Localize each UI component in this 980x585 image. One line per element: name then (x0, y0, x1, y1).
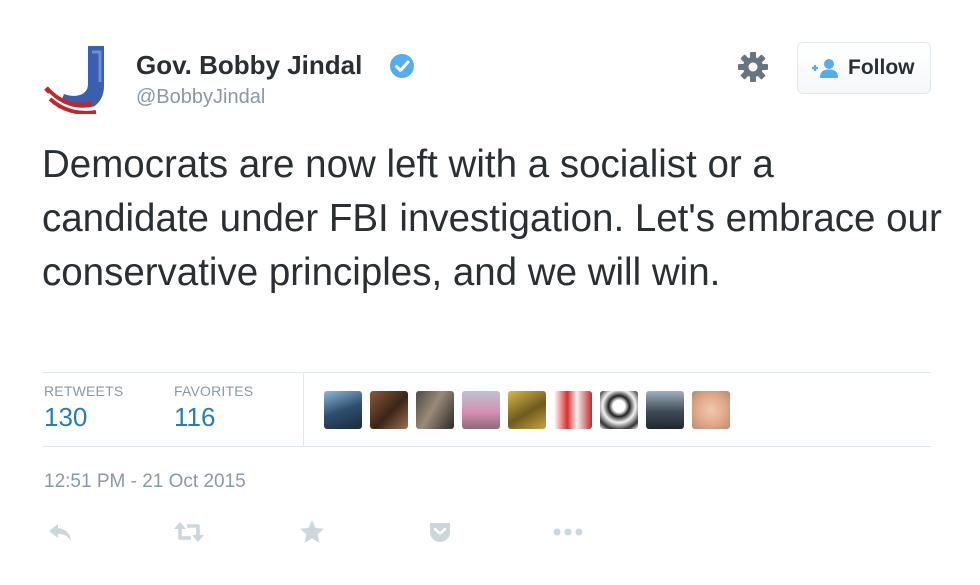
divider-bottom (42, 446, 931, 447)
divider-top (42, 372, 931, 373)
follow-button-label: Follow (848, 56, 915, 79)
avatar[interactable] (554, 391, 592, 429)
retweet-icon[interactable] (172, 518, 206, 546)
favorites-count[interactable]: 116 (174, 402, 215, 433)
reply-icon[interactable] (46, 518, 74, 546)
avatar[interactable] (462, 391, 500, 429)
retweets-count[interactable]: 130 (44, 402, 87, 433)
follow-button[interactable]: Follow (797, 42, 931, 94)
add-user-icon (812, 59, 838, 78)
gear-icon[interactable] (736, 50, 770, 84)
avatar[interactable] (692, 391, 730, 429)
avatar[interactable] (324, 391, 362, 429)
tweet-text: Democrats are now left with a socialist … (42, 143, 942, 294)
favorite-star-icon[interactable] (298, 518, 326, 546)
avatar[interactable] (416, 391, 454, 429)
retweets-label: RETWEETS (44, 383, 124, 399)
avatar[interactable] (44, 42, 116, 114)
tweet-timestamp[interactable]: 12:51 PM - 21 Oct 2015 (44, 471, 246, 493)
favorites-label: FAVORITES (174, 383, 254, 399)
avatar[interactable] (370, 391, 408, 429)
avatar[interactable] (600, 391, 638, 429)
pocket-icon[interactable] (428, 518, 452, 546)
verified-badge-icon (390, 54, 414, 78)
stats-divider (303, 372, 304, 446)
author-name[interactable]: Gov. Bobby Jindal (136, 50, 362, 81)
avatar[interactable] (646, 391, 684, 429)
favoriter-avatars (324, 391, 738, 429)
author-handle[interactable]: @BobbyJindal (136, 86, 265, 109)
avatar[interactable] (508, 391, 546, 429)
tweet-card: Gov. Bobby Jindal @BobbyJindal Follow De… (0, 0, 980, 585)
more-dots-icon[interactable] (552, 518, 584, 546)
